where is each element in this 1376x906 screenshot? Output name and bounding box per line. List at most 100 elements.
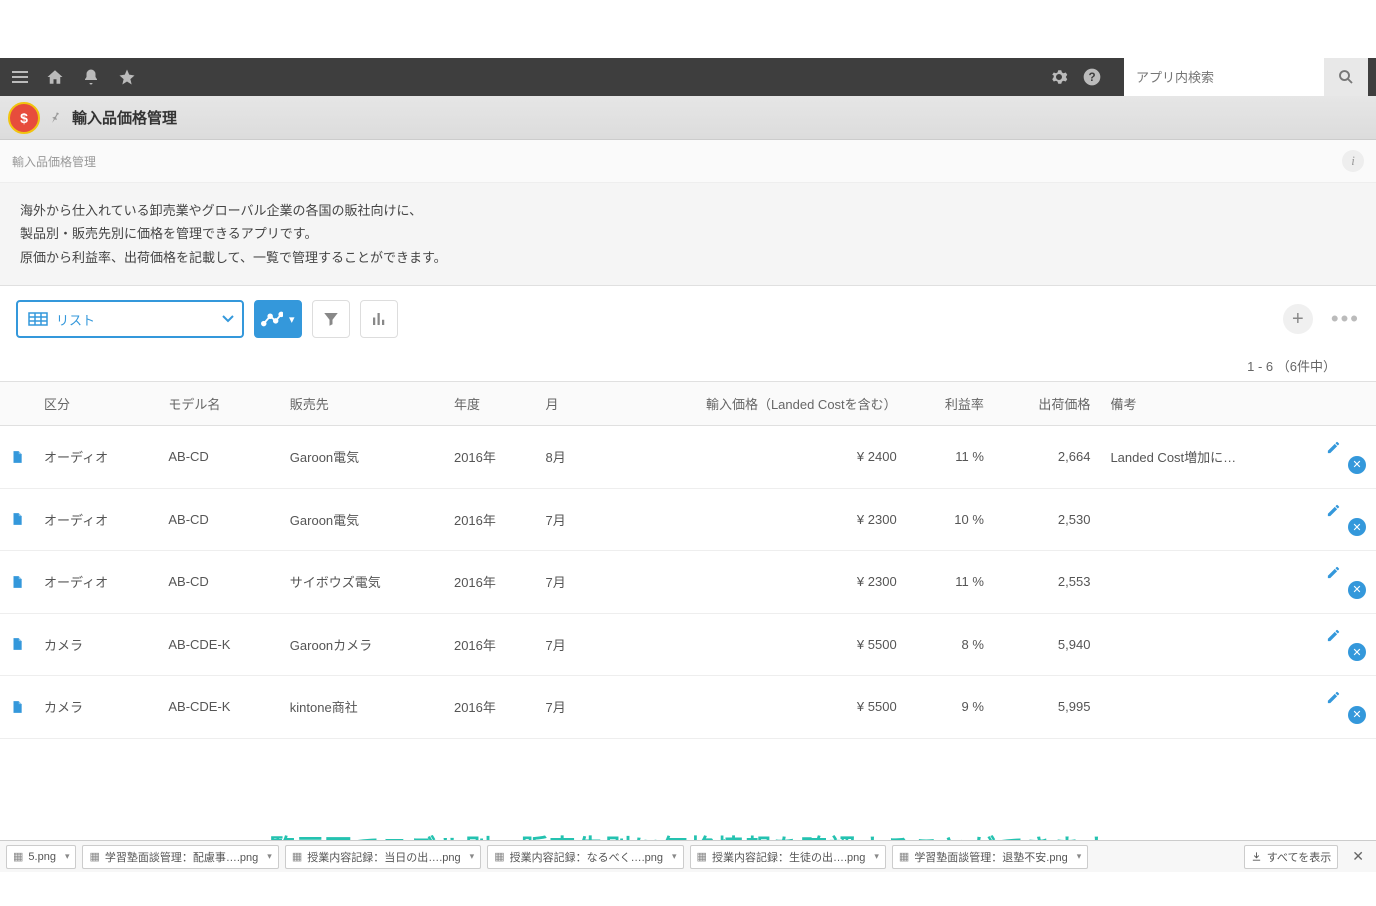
data-table: 区分 モデル名 販売先 年度 月 輸入価格（Landed Costを含む） 利益… — [0, 381, 1376, 739]
chevron-down-icon — [222, 315, 234, 323]
edit-icon[interactable] — [1326, 565, 1366, 580]
cell-ship-price: 5,940 — [994, 613, 1101, 676]
description-line: 製品別・販売先別に価格を管理できるアプリです。 — [20, 222, 1356, 245]
image-file-icon: ▦ — [292, 850, 302, 863]
cell-import-price: ¥ 2400 — [595, 426, 907, 489]
cell-import-price: ¥ 5500 — [595, 613, 907, 676]
download-item[interactable]: ▦ 5.png ▾ — [6, 845, 76, 869]
image-file-icon: ▦ — [13, 850, 23, 863]
chevron-down-icon: ▾ — [672, 851, 677, 862]
cell-margin: 10 % — [907, 488, 994, 551]
download-item[interactable]: ▦学習塾面談管理：配慮事….png▾ — [82, 845, 278, 869]
more-button[interactable]: ••• — [1331, 306, 1360, 332]
col-ship-price[interactable]: 出荷価格 — [994, 382, 1101, 426]
col-customer[interactable]: 販売先 — [280, 382, 444, 426]
download-bar: ▦5.png▾▦学習塾面談管理：配慮事….png▾▦授業内容記録：当日の出….p… — [0, 840, 1376, 872]
download-item[interactable]: ▦授業内容記録：当日の出….png▾ — [285, 845, 481, 869]
cell-remarks — [1100, 551, 1316, 614]
cell-customer: Garoon電気 — [280, 426, 444, 489]
col-remarks[interactable]: 備考 — [1100, 382, 1316, 426]
cell-model: AB-CD — [158, 488, 279, 551]
table-row: カメラ AB-CDE-K Garoonカメラ 2016年 7月 ¥ 5500 8… — [0, 613, 1376, 676]
app-description: 海外から仕入れている卸売業やグローバル企業の各国の販社向けに、 製品別・販売先別… — [0, 183, 1376, 286]
show-all-label: すべてを表示 — [1267, 849, 1332, 865]
cell-customer: Garoon電気 — [280, 488, 444, 551]
cell-customer: Garoonカメラ — [280, 613, 444, 676]
delete-icon[interactable]: ✕ — [1348, 581, 1366, 599]
cell-category: オーディオ — [34, 488, 158, 551]
view-selector[interactable]: リスト — [16, 300, 244, 338]
gear-icon[interactable] — [1050, 68, 1068, 86]
cell-margin: 9 % — [907, 676, 994, 739]
edit-icon[interactable] — [1326, 440, 1366, 455]
download-item[interactable]: ▦授業内容記録：なるべく….png▾ — [487, 845, 683, 869]
col-category[interactable]: 区分 — [34, 382, 158, 426]
chevron-down-icon: ▾ — [267, 851, 272, 862]
home-icon[interactable] — [46, 68, 64, 86]
image-file-icon: ▦ — [899, 850, 909, 863]
cell-import-price: ¥ 5500 — [595, 676, 907, 739]
graph-button[interactable]: ▾ — [254, 300, 302, 338]
table-row: オーディオ AB-CD Garoon電気 2016年 7月 ¥ 2300 10 … — [0, 488, 1376, 551]
delete-icon[interactable]: ✕ — [1348, 456, 1366, 474]
download-filename: 5.png — [28, 851, 56, 863]
filter-button[interactable] — [312, 300, 350, 338]
file-icon[interactable] — [10, 574, 24, 590]
pagination: 1 - 6 （6件中） — [0, 348, 1376, 381]
download-item[interactable]: ▦授業内容記録：生徒の出….png▾ — [690, 845, 886, 869]
toolbar: リスト ▾ + ••• — [0, 286, 1376, 348]
bell-icon[interactable] — [82, 68, 100, 86]
search-button[interactable] — [1324, 58, 1368, 96]
svg-text:?: ? — [1088, 71, 1095, 84]
edit-icon[interactable] — [1326, 628, 1366, 643]
cell-remarks — [1100, 488, 1316, 551]
cell-month: 7月 — [536, 676, 596, 739]
info-icon[interactable]: i — [1342, 150, 1364, 172]
chevron-down-icon: ▾ — [470, 851, 475, 862]
cell-model: AB-CDE-K — [158, 613, 279, 676]
cell-month: 7月 — [536, 488, 596, 551]
cell-ship-price: 2,553 — [994, 551, 1101, 614]
cell-remarks — [1100, 613, 1316, 676]
cell-customer: サイボウズ電気 — [280, 551, 444, 614]
cell-category: オーディオ — [34, 551, 158, 614]
col-margin[interactable]: 利益率 — [907, 382, 994, 426]
cell-model: AB-CD — [158, 551, 279, 614]
cell-ship-price: 2,530 — [994, 488, 1101, 551]
star-icon[interactable] — [118, 68, 136, 86]
edit-icon[interactable] — [1326, 690, 1366, 705]
file-icon[interactable] — [10, 449, 24, 465]
description-line: 海外から仕入れている卸売業やグローバル企業の各国の販社向けに、 — [20, 199, 1356, 222]
sub-header: 輸入品価格管理 i — [0, 140, 1376, 183]
cell-remarks: Landed Cost増加に… — [1100, 426, 1316, 489]
pin-icon[interactable] — [45, 107, 65, 128]
download-item[interactable]: ▦学習塾面談管理：退塾不安.png▾ — [892, 845, 1088, 869]
show-all-downloads[interactable]: すべてを表示 — [1244, 845, 1339, 869]
cell-customer: kintone商社 — [280, 676, 444, 739]
chevron-down-icon: ▾ — [65, 851, 70, 862]
menu-icon[interactable] — [12, 71, 28, 83]
col-model[interactable]: モデル名 — [158, 382, 279, 426]
delete-icon[interactable]: ✕ — [1348, 518, 1366, 536]
cell-category: カメラ — [34, 676, 158, 739]
file-icon[interactable] — [10, 636, 24, 652]
edit-icon[interactable] — [1326, 503, 1366, 518]
file-icon[interactable] — [10, 511, 24, 527]
image-file-icon: ▦ — [89, 850, 99, 863]
topbar: ? — [0, 58, 1376, 96]
col-year[interactable]: 年度 — [444, 382, 536, 426]
close-download-bar[interactable]: ✕ — [1346, 848, 1370, 865]
add-button[interactable]: + — [1283, 304, 1313, 334]
cell-ship-price: 5,995 — [994, 676, 1101, 739]
image-file-icon: ▦ — [697, 850, 707, 863]
chart-button[interactable] — [360, 300, 398, 338]
col-import-price[interactable]: 輸入価格（Landed Costを含む） — [595, 382, 907, 426]
delete-icon[interactable]: ✕ — [1348, 706, 1366, 724]
cell-year: 2016年 — [444, 613, 536, 676]
col-month[interactable]: 月 — [536, 382, 596, 426]
delete-icon[interactable]: ✕ — [1348, 643, 1366, 661]
help-icon[interactable]: ? — [1082, 67, 1102, 87]
cell-category: カメラ — [34, 613, 158, 676]
search-input[interactable] — [1124, 58, 1324, 96]
file-icon[interactable] — [10, 699, 24, 715]
